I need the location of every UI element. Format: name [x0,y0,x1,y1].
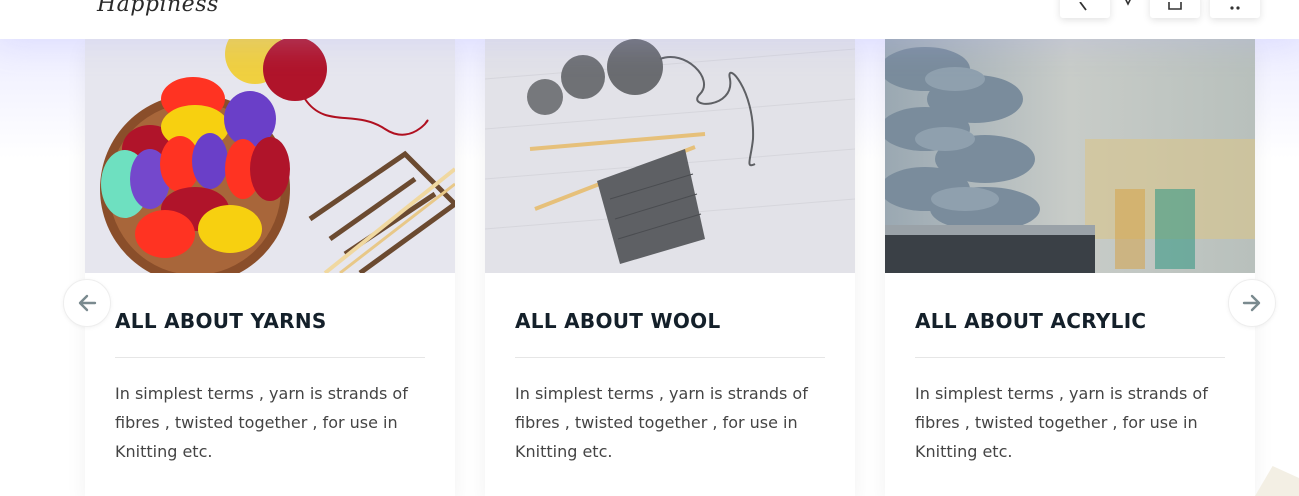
blog-card-acrylic[interactable]: ALL ABOUT ACRYLIC In simplest terms , ya… [885,39,1255,496]
card-excerpt: In simplest terms , yarn is strands of f… [515,384,808,461]
cart-icon [1230,6,1240,10]
arrow-right-icon [1242,294,1261,312]
account-icon [1168,2,1182,10]
card-image-acrylic[interactable] [885,39,1255,273]
carousel-prev-button[interactable] [63,279,111,327]
blog-card-wool[interactable]: ALL ABOUT WOOL In simplest terms , yarn … [485,39,855,496]
arrow-left-icon [78,294,97,312]
divider [515,357,825,358]
card-excerpt: In simplest terms , yarn is strands of f… [915,384,1208,461]
search-button[interactable] [1060,0,1110,18]
divider [115,357,425,358]
card-excerpt: In simplest terms , yarn is strands of f… [115,384,408,461]
logo[interactable]: Happiness [97,0,219,17]
card-title[interactable]: ALL ABOUT YARNS [115,309,327,333]
heart-icon[interactable] [1122,0,1134,6]
cart-button[interactable] [1210,0,1260,18]
card-title[interactable]: ALL ABOUT WOOL [515,309,721,333]
card-title[interactable]: ALL ABOUT ACRYLIC [915,309,1146,333]
card-image-wool[interactable] [485,39,855,273]
blog-card-yarns[interactable]: ALL ABOUT YARNS In simplest terms , yarn… [85,39,455,496]
divider [915,357,1225,358]
account-button[interactable] [1150,0,1200,18]
site-header: Happiness [0,0,1299,39]
card-image-yarns[interactable] [85,39,455,273]
scroll-to-top-button[interactable] [1255,466,1299,496]
search-icon [1079,2,1087,11]
carousel-next-button[interactable] [1228,279,1276,327]
